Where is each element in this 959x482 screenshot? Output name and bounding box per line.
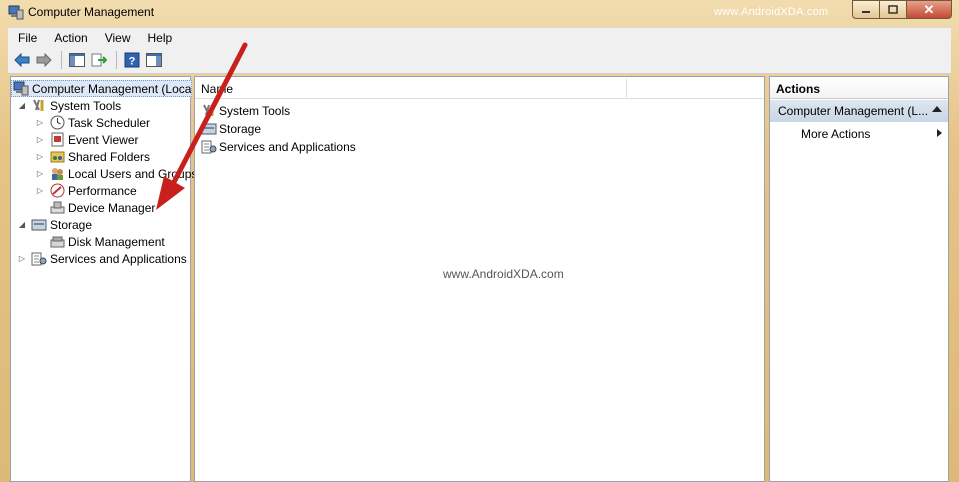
export-list-icon [91,53,107,67]
svg-text:?: ? [129,56,136,68]
menu-bar: File Action View Help [8,27,951,47]
tree-item-label: Event Viewer [68,132,139,147]
tree-item-services-and-applications[interactable]: ▷ Services and Applications [17,250,187,267]
menu-file[interactable]: File [8,31,44,45]
menu-help[interactable]: Help [138,31,180,45]
computer-management-icon [13,81,29,96]
actions-group-computer-management[interactable]: Computer Management (L... [770,100,948,122]
collapse-up-icon[interactable] [932,106,942,112]
details-pane: Name System Tools Storage Services and A… [194,76,765,482]
column-name-header[interactable]: Name [201,82,233,96]
minimize-button[interactable] [852,0,879,19]
help-icon: ? [124,52,140,68]
performance-icon [49,183,65,198]
actions-group-label: Computer Management (L... [778,104,929,118]
tools-icon [31,98,47,113]
menu-view[interactable]: View [95,31,138,45]
tree-item-local-users-and-groups[interactable]: ▷ Local Users and Groups [35,165,197,182]
export-list-button[interactable] [89,50,109,70]
action-pane-icon [146,53,162,67]
tree-root-label: Computer Management (Local [32,81,192,96]
clock-icon [49,115,65,130]
column-divider[interactable] [626,79,627,97]
tools-icon [201,103,217,118]
more-actions-item[interactable]: More Actions [801,127,870,141]
tree-item-device-manager[interactable]: Device Manager [35,199,155,216]
expanded-triangle-icon[interactable]: ◢ [17,220,27,229]
collapsed-triangle-icon[interactable]: ▷ [35,152,45,161]
tree-item-label: Services and Applications [50,251,187,266]
column-header: Name [195,77,764,99]
toolbar: ? [8,47,951,74]
list-item-storage[interactable]: Storage [201,120,261,137]
forward-arrow-icon [36,53,52,67]
expanded-triangle-icon[interactable]: ◢ [17,101,27,110]
actions-pane: Actions Computer Management (L... More A… [769,76,949,482]
tree-item-system-tools[interactable]: ◢ System Tools [17,97,121,114]
tree-item-label: Disk Management [68,234,165,249]
tree-item-label: Shared Folders [68,149,151,164]
list-item-label: System Tools [219,103,291,118]
close-icon: ✕ [923,1,935,17]
window-title: Computer Management [28,5,155,19]
computer-management-icon [8,5,24,20]
toolbar-separator [116,51,117,69]
list-item-label: Services and Applications [219,139,356,154]
collapsed-triangle-icon[interactable]: ▷ [35,169,45,178]
list-item-system-tools[interactable]: System Tools [201,102,290,119]
list-item-label: Storage [219,121,262,136]
tree-item-storage[interactable]: ◢ Storage [17,216,92,233]
watermark-center: www.AndroidXDA.com [443,267,564,281]
disk-icon [49,234,65,249]
storage-icon [201,121,217,136]
list-item-services-and-applications[interactable]: Services and Applications [201,138,356,155]
close-button[interactable]: ✕ [906,0,952,19]
services-icon [201,139,217,154]
toolbar-separator [61,51,62,69]
event-viewer-icon [49,132,65,147]
forward-button[interactable] [34,50,54,70]
submenu-arrow-icon[interactable] [937,129,942,137]
help-button[interactable]: ? [122,50,142,70]
device-manager-icon [49,200,65,215]
tree-item-shared-folders[interactable]: ▷ Shared Folders [35,148,150,165]
tree-item-label: Storage [50,217,93,232]
maximize-button[interactable] [879,0,906,19]
console-tree-icon [69,53,85,67]
back-button[interactable] [12,50,32,70]
computer-management-window: Computer Management www.AndroidXDA.com ✕… [0,0,959,482]
shared-folder-icon [49,149,65,164]
storage-icon [31,217,47,232]
collapsed-triangle-icon[interactable]: ▷ [17,254,27,263]
back-arrow-icon [14,53,30,67]
tree-item-label: Task Scheduler [68,115,151,130]
tree-item-label: Device Manager [68,200,156,215]
tree-item-performance[interactable]: ▷ Performance [35,182,137,199]
show-hide-action-pane-button[interactable] [144,50,164,70]
tree-item-disk-management[interactable]: Disk Management [35,233,165,250]
collapsed-triangle-icon[interactable]: ▷ [35,186,45,195]
tree-item-label: Performance [68,183,137,198]
console-tree-pane: Computer Management (Local ◢ System Tool… [10,76,197,482]
tree-item-computer-management[interactable]: Computer Management (Local [11,80,192,97]
actions-header: Actions [770,77,948,99]
services-icon [31,251,47,266]
collapsed-triangle-icon[interactable]: ▷ [35,135,45,144]
menu-action[interactable]: Action [44,31,94,45]
tree-item-label: System Tools [50,98,122,113]
caption-buttons: ✕ [852,0,952,19]
tree-item-label: Local Users and Groups [68,166,198,181]
collapsed-triangle-icon[interactable]: ▷ [35,118,45,127]
tree-item-task-scheduler[interactable]: ▷ Task Scheduler [35,114,150,131]
show-hide-console-tree-button[interactable] [67,50,87,70]
tree-item-event-viewer[interactable]: ▷ Event Viewer [35,131,138,148]
title-bar: Computer Management www.AndroidXDA.com ✕ [0,0,959,26]
users-icon [49,166,65,181]
watermark-top: www.AndroidXDA.com [714,6,829,18]
